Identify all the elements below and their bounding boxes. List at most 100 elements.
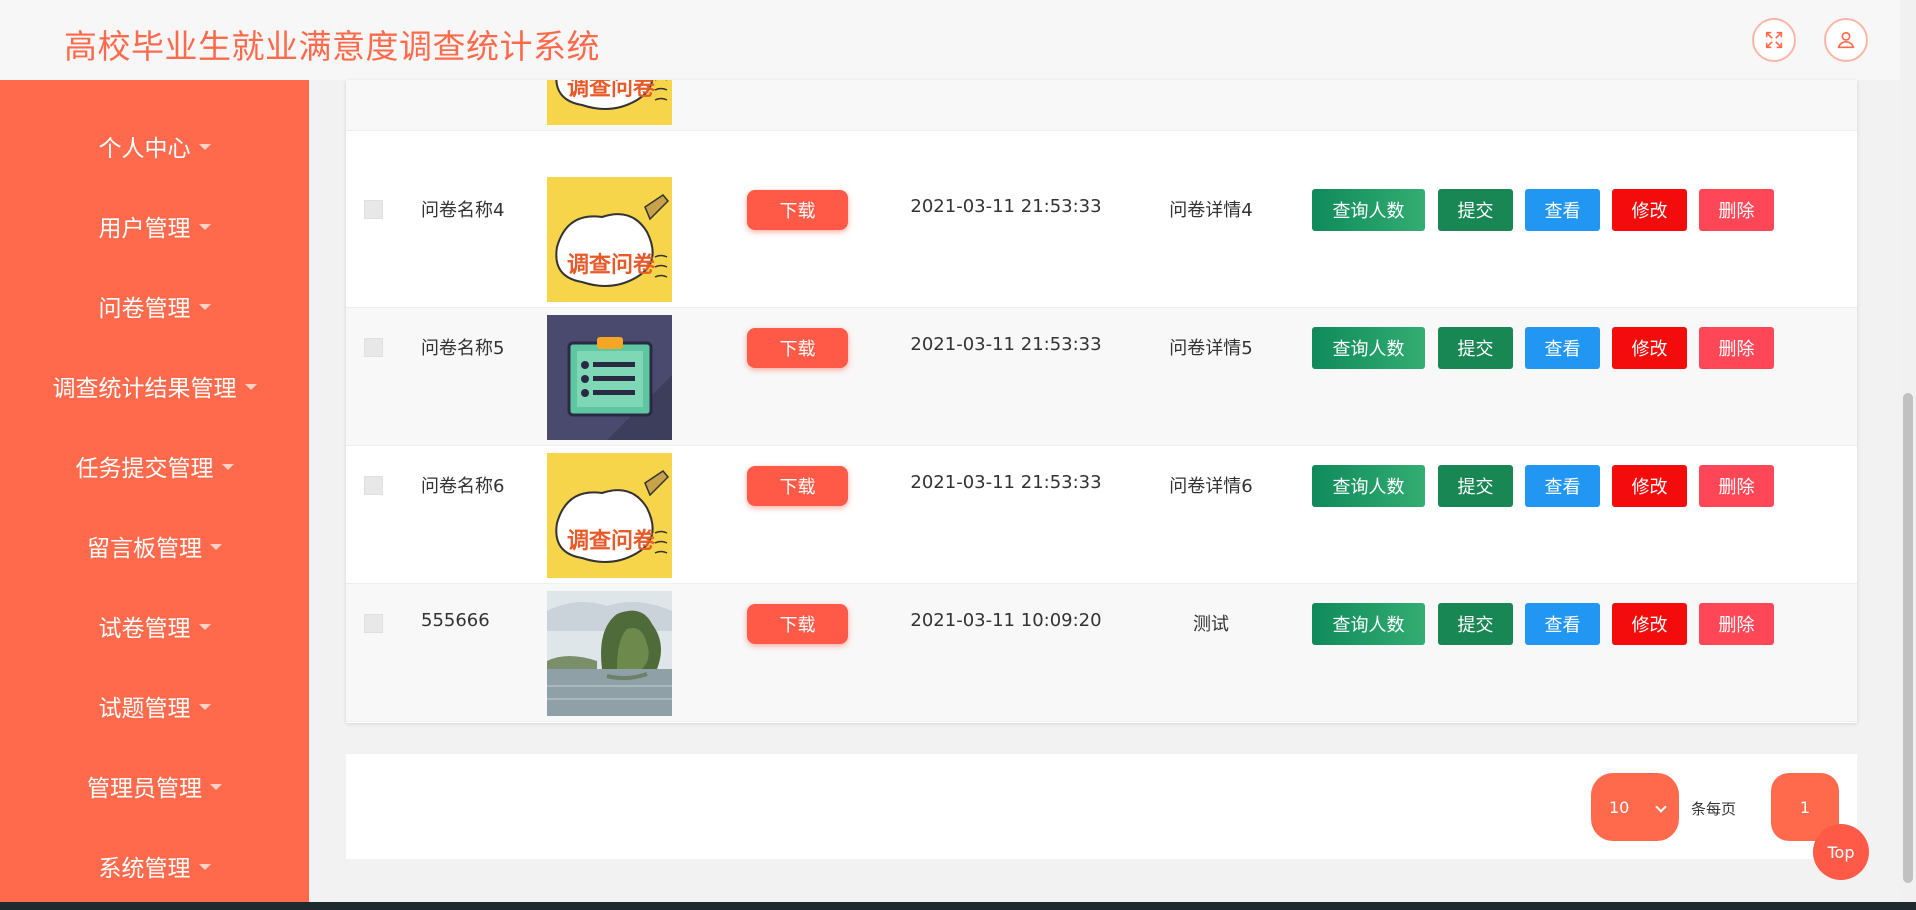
sidebar-item-task-submission[interactable]: 任务提交管理 [0, 446, 309, 486]
sidebar-item-message-board[interactable]: 留言板管理 [0, 526, 309, 566]
download-button[interactable]: 下载 [747, 190, 848, 230]
row-checkbox[interactable] [364, 338, 383, 357]
submit-label: 提交 [1457, 615, 1494, 636]
edit-button[interactable]: 修改 [1612, 327, 1687, 369]
top-header: 高校毕业生就业满意度调查统计系统 [0, 0, 1900, 80]
clipboard-image [547, 315, 672, 440]
caret-down-icon [198, 864, 211, 870]
back-to-top-button[interactable]: Top [1813, 824, 1869, 880]
page-scrollbar[interactable] [1900, 0, 1916, 902]
sidebar-item-survey-results[interactable]: 调查统计结果管理 [0, 366, 309, 406]
row-detail: 问卷详情5 [1169, 338, 1253, 359]
sidebar-item-user-management[interactable]: 用户管理 [0, 206, 309, 246]
delete-button[interactable]: 删除 [1699, 603, 1774, 645]
survey-cartoon-image: 调查问卷 [547, 453, 672, 578]
fullscreen-button[interactable] [1752, 18, 1796, 62]
edit-button[interactable]: 修改 [1612, 189, 1687, 231]
delete-label: 删除 [1718, 615, 1755, 636]
os-taskbar [0, 902, 1916, 910]
survey-cartoon-image: 调查问卷 [547, 177, 672, 302]
sidebar-item-exam-paper[interactable]: 试卷管理 [0, 606, 309, 646]
caret-down-icon [210, 784, 222, 790]
landscape-photo [547, 591, 672, 716]
sidebar-item-personal-center[interactable]: 个人中心 [0, 126, 309, 166]
table-row: 问卷名称4 调查问卷 下载 2021-03-11 21:53:33 问卷详情4 … [346, 170, 1857, 308]
query-label: 查询人数 [1332, 615, 1405, 636]
download-label: 下载 [779, 615, 816, 636]
sidebar-item-label: 系统管理 [98, 856, 191, 882]
download-label: 下载 [779, 477, 816, 498]
row-thumbnail [547, 591, 672, 716]
edit-button[interactable]: 修改 [1612, 465, 1687, 507]
edit-button[interactable]: 修改 [1612, 603, 1687, 645]
submit-button[interactable]: 提交 [1438, 465, 1513, 507]
page-size-select[interactable]: 10 [1591, 773, 1679, 841]
per-page-label: 条每页 [1691, 800, 1737, 818]
delete-label: 删除 [1718, 339, 1755, 360]
query-count-button[interactable]: 查询人数 [1312, 603, 1425, 645]
view-label: 查看 [1544, 477, 1581, 498]
view-button[interactable]: 查看 [1525, 603, 1600, 645]
download-button[interactable]: 下载 [747, 604, 848, 644]
row-name: 问卷名称5 [421, 338, 505, 359]
row-detail: 测试 [1193, 614, 1229, 635]
download-label: 下载 [779, 201, 816, 222]
row-thumbnail: 调查问卷 [547, 453, 672, 578]
query-count-button[interactable]: 查询人数 [1312, 465, 1425, 507]
app-title: 高校毕业生就业满意度调查统计系统 [64, 27, 600, 66]
scrollbar-thumb[interactable] [1903, 393, 1913, 883]
sidebar-item-label: 问卷管理 [98, 296, 191, 322]
sidebar-item-admin-management[interactable]: 管理员管理 [0, 766, 309, 806]
row-thumbnail: 调查问卷 [547, 177, 672, 302]
chevron-down-icon [1655, 801, 1667, 813]
sidebar-item-system-management[interactable]: 系统管理 [0, 846, 309, 886]
user-button[interactable] [1824, 18, 1868, 62]
submit-button[interactable]: 提交 [1438, 603, 1513, 645]
submit-button[interactable]: 提交 [1438, 327, 1513, 369]
row-checkbox[interactable] [364, 200, 383, 219]
sidebar-item-label: 个人中心 [98, 136, 191, 162]
download-button[interactable]: 下载 [747, 466, 848, 506]
table-row: 问卷名称6 调查问卷 下载 2021-03-11 21:53:33 问卷详情6 … [346, 446, 1857, 584]
questionnaire-table: 调查问卷 下载 查询人数 提交 查看 修改 删除 问卷名称4 调查问卷 下载 2… [346, 80, 1857, 723]
row-detail: 问卷详情6 [1169, 476, 1253, 497]
view-button[interactable]: 查看 [1525, 327, 1600, 369]
submit-button[interactable]: 提交 [1438, 189, 1513, 231]
download-button[interactable]: 下载 [747, 328, 848, 368]
view-label: 查看 [1544, 615, 1581, 636]
row-time: 2021-03-11 21:53:33 [910, 196, 1102, 217]
sidebar: 个人中心 用户管理 问卷管理 调查统计结果管理 任务提交管理 留言板管理 试卷管… [0, 80, 309, 902]
caret-down-icon [244, 384, 257, 390]
row-checkbox[interactable] [364, 614, 383, 633]
row-detail: 问卷详情4 [1169, 200, 1253, 221]
caret-down-icon [210, 544, 222, 550]
table-row: 问卷名称5 下载 2021-03-11 21:53:33 问卷详情5 查询人数 … [346, 308, 1857, 446]
row-name: 555666 [421, 610, 490, 631]
delete-button[interactable]: 删除 [1699, 189, 1774, 231]
survey-image-caption: 调查问卷 [567, 80, 656, 101]
query-count-button[interactable]: 查询人数 [1312, 189, 1425, 231]
row-time: 2021-03-11 21:53:33 [910, 472, 1102, 493]
edit-label: 修改 [1631, 339, 1668, 360]
query-count-button[interactable]: 查询人数 [1312, 327, 1425, 369]
survey-image-caption: 调查问卷 [567, 252, 656, 278]
caret-down-icon [198, 224, 211, 230]
row-checkbox[interactable] [364, 476, 383, 495]
table-row-partial: 调查问卷 下载 查询人数 提交 查看 修改 删除 [346, 80, 1857, 131]
caret-down-icon [198, 304, 211, 310]
row-thumbnail [547, 315, 672, 440]
sidebar-item-label: 任务提交管理 [75, 456, 214, 482]
sidebar-item-label: 留言板管理 [87, 536, 202, 562]
view-button[interactable]: 查看 [1525, 189, 1600, 231]
delete-button[interactable]: 删除 [1699, 465, 1774, 507]
pagination-bar: 10 条每页 1 [346, 754, 1857, 859]
view-label: 查看 [1544, 201, 1581, 222]
view-button[interactable]: 查看 [1525, 465, 1600, 507]
query-label: 查询人数 [1332, 477, 1405, 498]
submit-label: 提交 [1457, 339, 1494, 360]
delete-button[interactable]: 删除 [1699, 327, 1774, 369]
survey-cartoon-image: 调查问卷 [547, 80, 672, 125]
sidebar-item-questionnaire-management[interactable]: 问卷管理 [0, 286, 309, 326]
sidebar-item-label: 用户管理 [98, 216, 191, 242]
sidebar-item-questions[interactable]: 试题管理 [0, 686, 309, 726]
